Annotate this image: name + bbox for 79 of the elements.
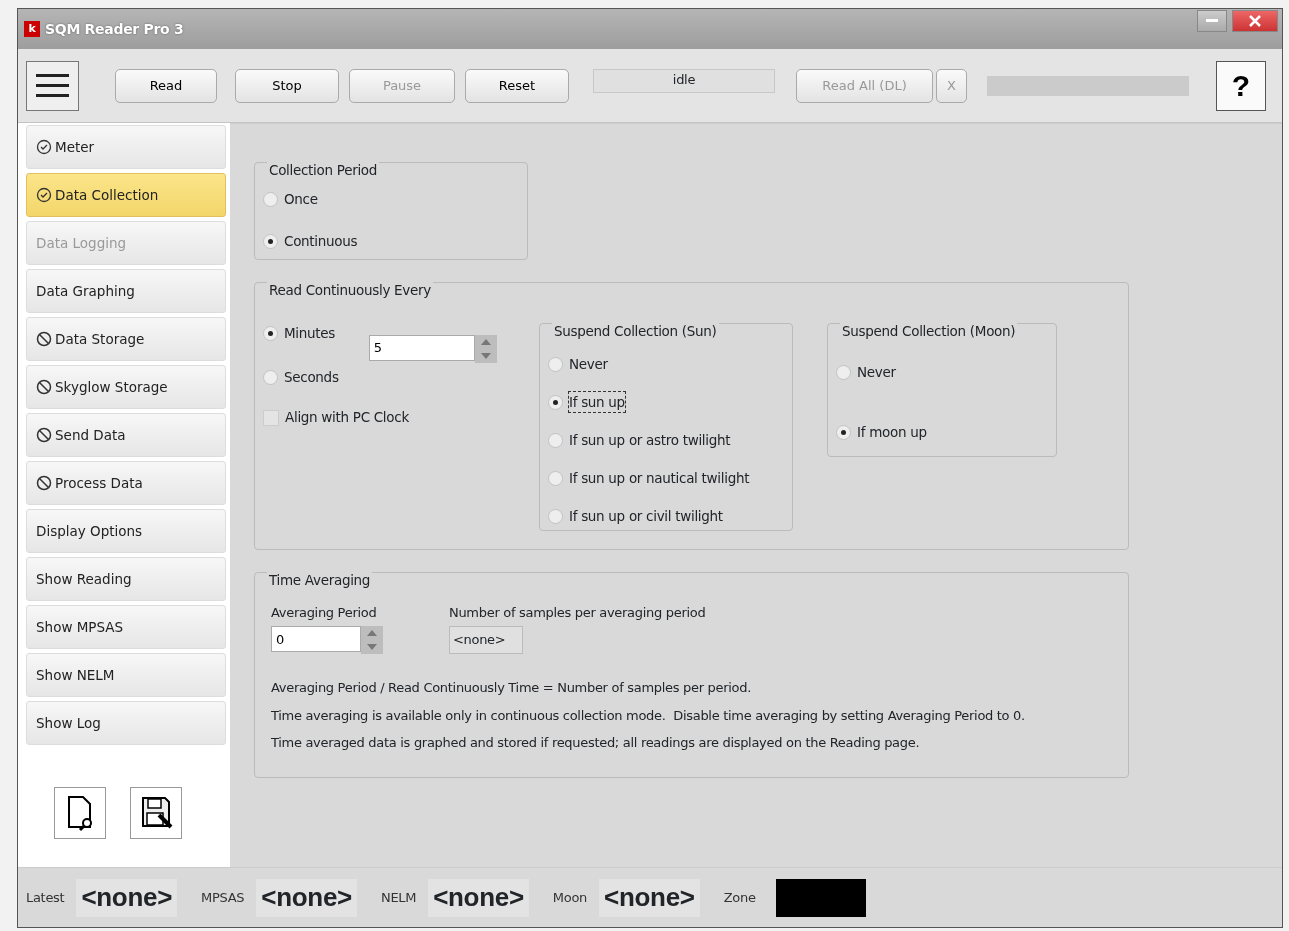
- sidebar-item[interactable]: Show Reading: [26, 557, 226, 601]
- option-label[interactable]: Continuous: [284, 231, 358, 252]
- option-label[interactable]: If sun up or civil twilight: [569, 505, 723, 527]
- group-title: Time Averaging: [267, 570, 373, 591]
- option-label[interactable]: Seconds: [284, 367, 339, 388]
- status-label: NELM: [380, 888, 417, 907]
- tool-button[interactable]: [130, 787, 182, 839]
- readout-field: <none>: [449, 626, 523, 654]
- group-title: Read Continuously Every: [267, 280, 433, 301]
- number-field[interactable]: 5: [368, 334, 475, 361]
- group-title: Suspend Collection (Sun): [552, 320, 719, 341]
- prohibited-icon: [36, 475, 52, 491]
- sidebar-item[interactable]: Process Data: [26, 461, 226, 505]
- toolbar-button[interactable]: Reset: [465, 68, 569, 103]
- field-label: Number of samples per averaging period: [449, 603, 706, 622]
- radio-button[interactable]: [263, 234, 278, 249]
- number-field[interactable]: 0: [271, 626, 361, 652]
- check-circle-icon: [36, 187, 52, 203]
- check-circle-icon: [36, 139, 52, 155]
- radio-button[interactable]: [263, 326, 278, 341]
- help-button[interactable]: ?: [1216, 60, 1266, 111]
- radio-button[interactable]: [548, 356, 563, 372]
- sidebar-item[interactable]: Show NELM: [26, 653, 226, 697]
- sidebar-item[interactable]: Data Storage: [26, 317, 226, 361]
- sidebar-item[interactable]: Data Collection: [26, 173, 226, 217]
- checkbox[interactable]: [263, 409, 279, 426]
- radio-button[interactable]: [263, 192, 278, 207]
- tool-button[interactable]: [54, 787, 106, 839]
- option-label[interactable]: If sun up or nautical twilight: [569, 467, 750, 489]
- option-label[interactable]: Never: [857, 361, 896, 383]
- option-label[interactable]: Never: [569, 353, 608, 375]
- note-text: Averaging Period / Read Continuously Time = Number of samples per period.: [271, 679, 752, 697]
- status-value: <none>: [256, 878, 357, 917]
- spin-buttons[interactable]: [474, 334, 497, 363]
- radio-button[interactable]: [548, 470, 563, 486]
- status-value: <none>: [428, 878, 529, 917]
- sidebar-item[interactable]: Send Data: [26, 413, 226, 457]
- toolbar-button[interactable]: Stop: [235, 68, 339, 103]
- status-label: Latest: [26, 888, 65, 907]
- prohibited-icon: [36, 427, 52, 443]
- status-field: idle: [593, 68, 775, 93]
- radio-button[interactable]: [548, 432, 563, 448]
- option-label[interactable]: Once: [284, 189, 318, 210]
- option-label[interactable]: If moon up: [857, 421, 927, 443]
- status-value: <none>: [599, 878, 700, 917]
- option-label[interactable]: If sun up or astro twilight: [569, 429, 731, 451]
- prohibited-icon: [36, 331, 52, 347]
- radio-button[interactable]: [548, 508, 563, 524]
- note-text: Time averaging is available only in continuous collection mode. Disable time averaging by setting Averaging Period to 0.: [271, 706, 1026, 725]
- close-button[interactable]: [1232, 10, 1278, 32]
- group-title: Suspend Collection (Moon): [840, 320, 1018, 341]
- option-label[interactable]: If sun up: [569, 391, 625, 413]
- spin-buttons[interactable]: [361, 626, 383, 654]
- window-title: SQM Reader Pro 3: [45, 19, 184, 39]
- option-label[interactable]: Minutes: [284, 323, 336, 344]
- sidebar-item[interactable]: Data Graphing: [26, 269, 226, 313]
- status-value: <none>: [76, 878, 178, 917]
- radio-button[interactable]: [836, 364, 851, 380]
- close-icon: [1249, 15, 1261, 27]
- sidebar-item[interactable]: Show Log: [26, 701, 226, 745]
- app-logo: k: [24, 21, 40, 37]
- checkbox-label[interactable]: Align with PC Clock: [285, 407, 409, 428]
- minimize-icon: [1206, 19, 1218, 23]
- toolbar-button[interactable]: Read: [115, 68, 217, 103]
- menu-button[interactable]: [26, 60, 79, 111]
- note-text: Time averaged data is graphed and stored if requested; all readings are displayed on the Reading page.: [271, 734, 921, 752]
- status-label: Zone: [723, 888, 756, 907]
- sidebar-item[interactable]: Display Options: [26, 509, 226, 553]
- prohibited-icon: [36, 379, 52, 395]
- radio-button[interactable]: [263, 370, 278, 385]
- minimize-button[interactable]: [1197, 10, 1227, 32]
- sidebar-item[interactable]: Meter: [26, 125, 226, 169]
- status-label: Moon: [552, 888, 587, 907]
- sidebar-item[interactable]: Show MPSAS: [26, 605, 226, 649]
- sidebar-item[interactable]: Skyglow Storage: [26, 365, 226, 409]
- field-label: Averaging Period: [271, 603, 378, 622]
- radio-button[interactable]: [548, 394, 563, 410]
- status-label: MPSAS: [201, 888, 245, 907]
- radio-button[interactable]: [836, 424, 851, 440]
